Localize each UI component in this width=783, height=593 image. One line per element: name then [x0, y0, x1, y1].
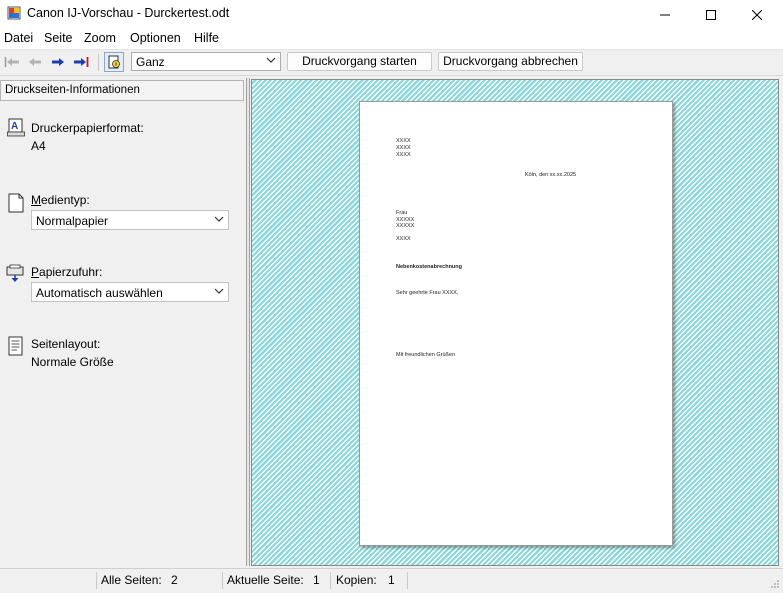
panel-header: Druckseiten-Informationen	[0, 80, 244, 101]
chevron-down-icon	[214, 216, 224, 222]
zoom-value: Ganz	[136, 55, 165, 69]
media-type-icon	[7, 193, 25, 213]
page-layout-icon	[7, 336, 25, 356]
letter-closing: Mit freundlichen Grüßen	[396, 352, 455, 358]
page-info-toggle-button[interactable]	[104, 52, 124, 72]
page-info-panel: Druckseiten-Informationen A Druckerpapie…	[0, 78, 246, 566]
chevron-down-icon	[214, 288, 224, 294]
first-page-icon	[4, 57, 19, 67]
recipient-city: XXXX	[396, 236, 411, 242]
minimize-button[interactable]	[642, 0, 688, 29]
current-page-value: 1	[313, 573, 320, 587]
first-page-button[interactable]	[3, 53, 21, 71]
maximize-button[interactable]	[688, 0, 734, 29]
next-page-icon	[52, 58, 64, 66]
status-bar: Alle Seiten: 2 Aktuelle Seite: 1 Kopien:…	[0, 568, 783, 593]
title-bar: Canon IJ-Vorschau - Durckertest.odt	[0, 0, 783, 29]
toolbar-separator	[98, 54, 99, 71]
svg-text:A: A	[11, 121, 18, 132]
close-icon	[752, 9, 762, 20]
paper-source-dropdown[interactable]: Automatisch auswählen	[31, 282, 229, 302]
sender-line-2: XXXX	[396, 145, 411, 151]
paper-format-label: Druckerpapierformat:	[31, 121, 144, 135]
window-title: Canon IJ-Vorschau - Durckertest.odt	[27, 6, 230, 20]
recipient-line-1: Frau	[396, 210, 408, 216]
menu-optionen[interactable]: Optionen	[130, 31, 181, 45]
zoom-dropdown[interactable]: Ganz	[131, 52, 281, 71]
all-pages-label: Alle Seiten:	[101, 573, 162, 587]
toolbar: Ganz Druckvorgang starten Druckvorgang a…	[0, 50, 783, 76]
page-layout-value: Normale Größe	[31, 355, 114, 369]
print-preview-area[interactable]: XXXX XXXX XXXX Köln, den xx.xx.2025 Frau…	[251, 79, 779, 566]
app-icon	[7, 6, 21, 20]
page-info-icon	[108, 55, 120, 69]
next-page-button[interactable]	[49, 53, 67, 71]
paper-source-icon	[5, 264, 24, 284]
menu-hilfe[interactable]: Hilfe	[194, 31, 219, 45]
last-page-icon	[74, 57, 89, 67]
menu-zoom[interactable]: Zoom	[84, 31, 116, 45]
menu-datei[interactable]: Datei	[4, 31, 33, 45]
resize-grip-icon[interactable]	[770, 579, 780, 589]
last-page-button[interactable]	[72, 53, 90, 71]
letter-subject: Nebenkostenabrechnung	[396, 264, 463, 270]
media-type-label: Medientyp:	[31, 193, 90, 207]
sender-line-1: XXXX	[396, 138, 411, 144]
paper-source-value: Automatisch auswählen	[36, 286, 163, 300]
panel-title: Druckseiten-Informationen	[5, 84, 140, 96]
recipient-line-3: XXXXX	[396, 223, 415, 229]
chevron-down-icon	[266, 57, 276, 63]
start-print-button[interactable]: Druckvorgang starten	[287, 52, 432, 71]
panel-splitter[interactable]	[246, 78, 250, 566]
media-type-dropdown[interactable]: Normalpapier	[31, 210, 229, 230]
previous-page-button[interactable]	[26, 53, 44, 71]
letter-date: Köln, den xx.xx.2025	[525, 172, 577, 178]
close-button[interactable]	[734, 0, 780, 29]
letter-salutation: Sehr geehrte Frau XXXX,	[396, 290, 459, 296]
all-pages-value: 2	[171, 573, 178, 587]
menu-bar: Datei Seite Zoom Optionen Hilfe	[0, 29, 783, 50]
paper-format-value: A4	[31, 139, 46, 153]
minimize-icon	[660, 14, 670, 15]
menu-seite[interactable]: Seite	[44, 31, 73, 45]
current-page-label: Aktuelle Seite:	[227, 573, 304, 587]
paper-format-icon: A	[7, 118, 25, 138]
previous-page-icon	[29, 58, 41, 66]
maximize-icon	[706, 9, 716, 20]
page-layout-label: Seitenlayout:	[31, 337, 101, 351]
copies-label: Kopien:	[336, 573, 377, 587]
sender-line-3: XXXX	[396, 152, 411, 158]
cancel-print-button[interactable]: Druckvorgang abbrechen	[438, 52, 583, 71]
preview-page: XXXX XXXX XXXX Köln, den xx.xx.2025 Frau…	[359, 101, 673, 546]
status-divider	[407, 572, 409, 589]
copies-value: 1	[388, 573, 395, 587]
paper-source-label: Papierzufuhr:	[31, 265, 103, 279]
media-type-value: Normalpapier	[36, 214, 109, 228]
